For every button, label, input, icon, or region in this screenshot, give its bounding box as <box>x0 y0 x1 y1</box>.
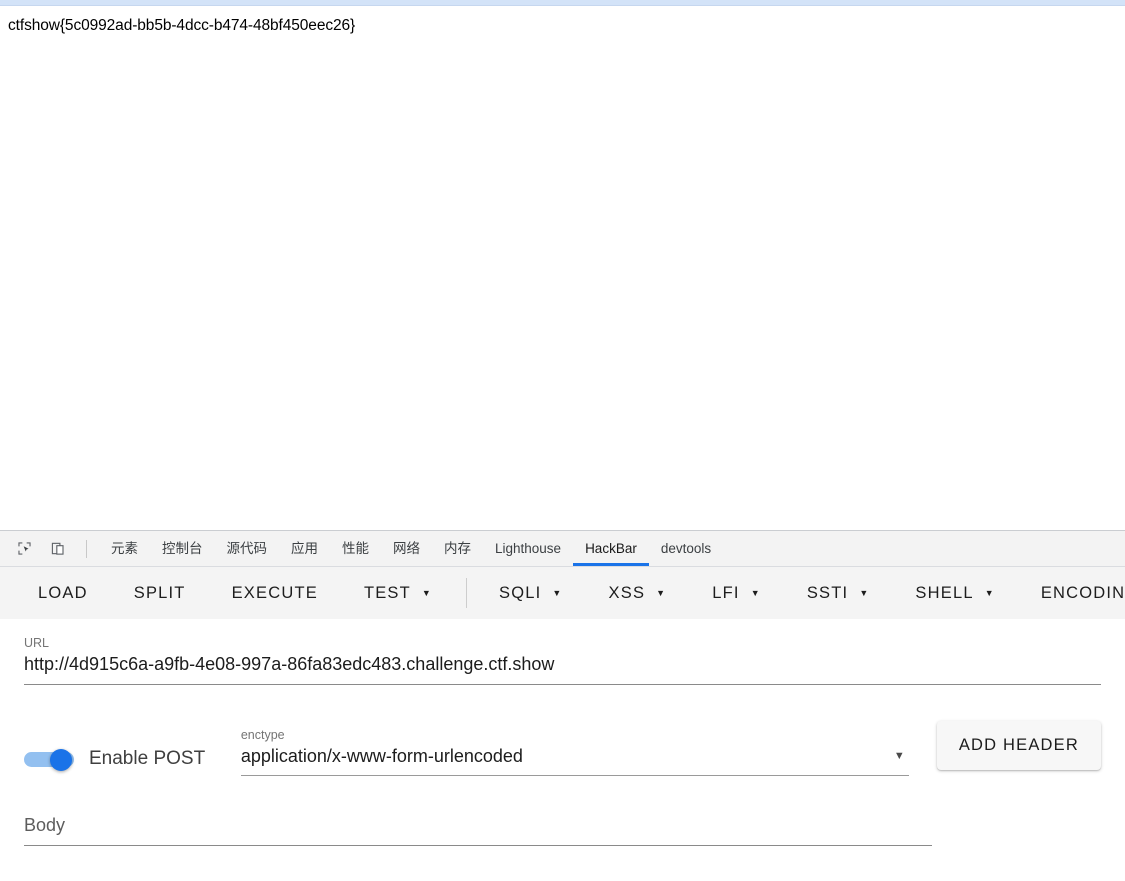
hackbar-xss-menu-button[interactable]: XSS ▼ <box>597 577 679 610</box>
devtools-tab-performance[interactable]: 性能 <box>330 531 381 566</box>
chevron-down-icon: ▼ <box>656 587 667 598</box>
enable-post-toggle[interactable]: Enable POST <box>24 748 241 776</box>
hackbar-xss-label: XSS <box>608 583 646 602</box>
hackbar-execute-label: EXECUTE <box>231 583 318 602</box>
hackbar-lfi-menu-button[interactable]: LFI ▼ <box>700 577 773 610</box>
toolbar-divider <box>86 539 87 558</box>
page-content: ctfshow{5c0992ad-bb5b-4dcc-b474-48bf450e… <box>0 6 1125 518</box>
hackbar-load-button[interactable]: LOAD <box>26 577 100 610</box>
enable-post-label: Enable POST <box>89 748 206 769</box>
enctype-select[interactable]: application/x-www-form-urlencoded ▼ <box>241 743 909 769</box>
enctype-select-underline <box>240 775 909 776</box>
hackbar-sqli-label: SQLI <box>499 583 542 602</box>
body-input[interactable]: Body <box>24 812 1101 838</box>
hackbar-test-menu-button[interactable]: TEST ▼ <box>352 577 444 610</box>
hackbar-split-button[interactable]: SPLIT <box>122 577 198 610</box>
post-options-row: Enable POST enctype application/x-www-fo… <box>24 720 1101 776</box>
enctype-selected-value: application/x-www-form-urlencoded <box>240 746 523 766</box>
chevron-down-icon[interactable]: ▼ <box>894 750 909 762</box>
body-input-underline <box>24 845 932 846</box>
hackbar-execute-button[interactable]: EXECUTE <box>220 577 330 610</box>
url-label: URL <box>24 636 50 650</box>
hackbar-shell-menu-button[interactable]: SHELL ▼ <box>903 577 1006 610</box>
chevron-down-icon: ▼ <box>859 587 870 598</box>
hackbar-split-label: SPLIT <box>133 583 186 602</box>
devtools-panel: 元素 控制台 源代码 应用 性能 网络 内存 Lighthouse HackBa… <box>0 530 1125 881</box>
hackbar-test-label: TEST <box>363 583 411 602</box>
hackbar-form: URL http://4d915c6a-a9fb-4e08-997a-86fa8… <box>0 619 1125 854</box>
devtools-tab-application[interactable]: 应用 <box>279 531 330 566</box>
devtools-tab-sources[interactable]: 源代码 <box>215 531 280 566</box>
devtools-tab-memory[interactable]: 内存 <box>432 531 483 566</box>
devtools-tab-network[interactable]: 网络 <box>381 531 432 566</box>
hackbar-sqli-menu-button[interactable]: SQLI ▼ <box>487 577 575 610</box>
hackbar-encoding-label: ENCODING <box>1040 583 1125 602</box>
toggle-switch-icon[interactable] <box>24 749 74 771</box>
hackbar-toolbar-divider <box>466 578 468 608</box>
hackbar-ssti-label: SSTI <box>806 583 849 602</box>
devtools-tab-elements[interactable]: 元素 <box>99 531 150 566</box>
chevron-down-icon: ▼ <box>421 587 433 598</box>
enctype-field[interactable]: enctype application/x-www-form-urlencode… <box>240 727 909 776</box>
hackbar-load-label: LOAD <box>38 583 88 602</box>
hackbar-encoding-menu-button[interactable]: ENCODING ▼ <box>1029 577 1125 610</box>
devtools-tab-devtools[interactable]: devtools <box>649 531 723 566</box>
body-field[interactable]: Body <box>24 812 1101 846</box>
chevron-down-icon: ▼ <box>552 587 563 598</box>
add-header-button[interactable]: ADD HEADER <box>936 721 1101 770</box>
url-input[interactable]: http://4d915c6a-a9fb-4e08-997a-86fa83edc… <box>24 651 1101 677</box>
url-input-underline <box>24 684 1101 685</box>
hackbar-toolbar: LOAD SPLIT EXECUTE TEST ▼ SQLI ▼ XSS ▼ L… <box>0 567 1125 619</box>
devtools-tab-console[interactable]: 控制台 <box>150 531 215 566</box>
inspect-element-icon[interactable] <box>10 535 38 563</box>
device-toolbar-icon[interactable] <box>44 535 72 563</box>
toggle-knob <box>50 749 72 771</box>
chevron-down-icon: ▼ <box>750 587 761 598</box>
enctype-label: enctype <box>240 728 285 742</box>
url-field[interactable]: URL http://4d915c6a-a9fb-4e08-997a-86fa8… <box>24 619 1101 685</box>
devtools-tab-hackbar[interactable]: HackBar <box>573 531 649 566</box>
chevron-down-icon: ▼ <box>984 587 995 598</box>
hackbar-lfi-label: LFI <box>712 583 740 602</box>
devtools-tab-lighthouse[interactable]: Lighthouse <box>483 531 573 566</box>
hackbar-ssti-menu-button[interactable]: SSTI ▼ <box>795 577 882 610</box>
devtools-tabstrip: 元素 控制台 源代码 应用 性能 网络 内存 Lighthouse HackBa… <box>0 531 1125 567</box>
flag-output-text: ctfshow{5c0992ad-bb5b-4dcc-b474-48bf450e… <box>8 17 356 34</box>
hackbar-shell-label: SHELL <box>915 583 974 602</box>
